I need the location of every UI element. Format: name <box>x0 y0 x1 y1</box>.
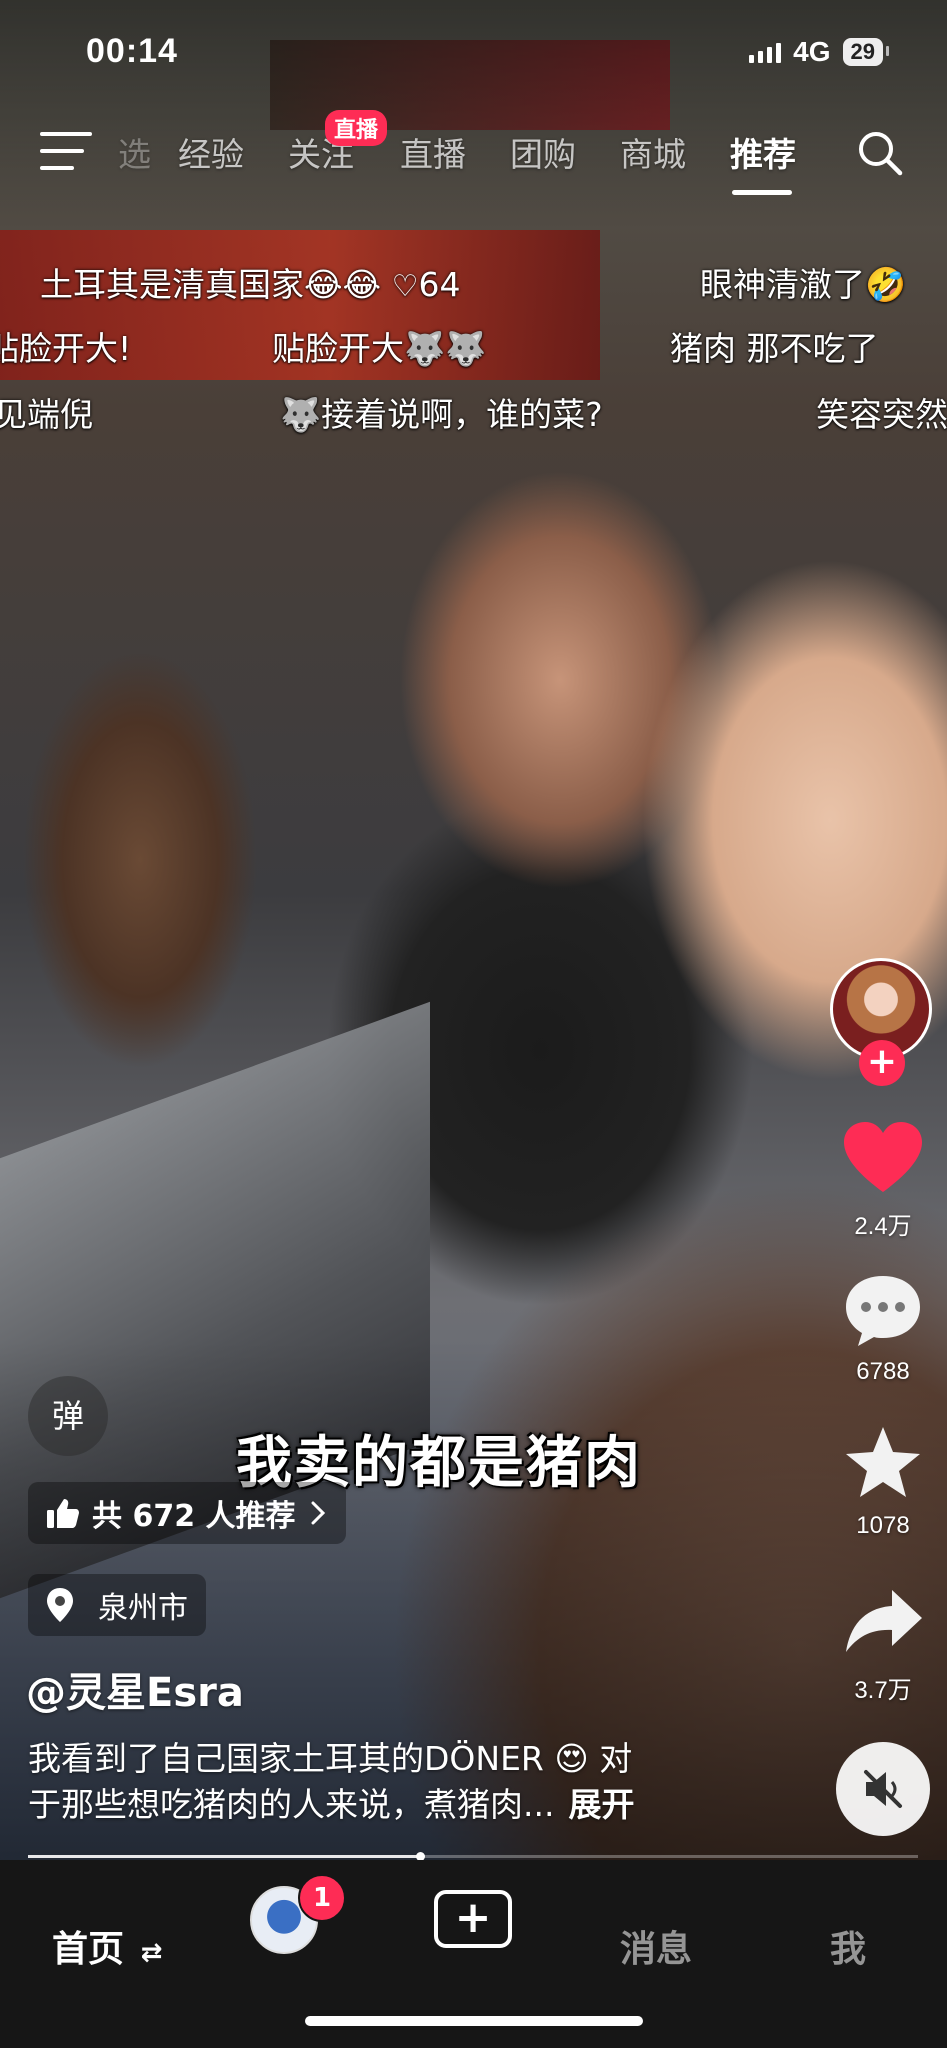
caption-line-text: 于那些想吃猪肉的人来说，煮猪肉... <box>28 1785 555 1824</box>
menu-icon[interactable] <box>40 132 92 172</box>
danmaku-item: 猪肉 那不吃了 <box>670 329 879 368</box>
comment-count: 6788 <box>856 1358 910 1385</box>
caption-line: 我看到了自己国家土耳其的DÖNER 😍 对 <box>28 1739 633 1778</box>
expand-button[interactable]: 展开 <box>568 1785 634 1824</box>
home-indicator <box>305 2016 643 2026</box>
signal-icon <box>749 41 782 63</box>
danmaku-item: 见端倪 <box>0 395 93 434</box>
heart-icon[interactable] <box>840 1120 926 1198</box>
muted-speaker-icon <box>864 1770 902 1808</box>
notification-badge: 1 <box>298 1874 346 1922</box>
tab-partial[interactable]: 选 <box>118 128 151 176</box>
comment-icon[interactable] <box>840 1272 926 1350</box>
recommend-pill[interactable]: 共 672 人推荐 <box>28 1482 346 1544</box>
location-pill[interactable]: 泉州市 <box>28 1574 206 1636</box>
plus-icon[interactable]: + <box>859 1040 905 1086</box>
active-tab-indicator <box>732 190 792 195</box>
nav-home-label: 首页 <box>52 1929 125 1970</box>
danmaku-item: 笑容突然 <box>816 395 947 434</box>
favorite-count: 1078 <box>856 1512 910 1539</box>
chevron-right-icon <box>311 1501 325 1525</box>
nav-messages[interactable]: 消息 <box>620 1920 692 1972</box>
nav-home[interactable]: 首页 ⇄ <box>52 1920 162 1972</box>
heart-icon: ♡ <box>391 269 419 304</box>
recommend-text: 共 672 人推荐 <box>92 1499 296 1534</box>
live-badge: 直播 <box>325 110 388 146</box>
thumbs-up-icon <box>47 1499 79 1528</box>
danmaku-item: 土耳其是清真国家😂😂 ♡64 <box>40 258 461 306</box>
tab-live[interactable]: 直播 <box>400 128 466 176</box>
tab-group-buy[interactable]: 团购 <box>510 128 576 176</box>
danmaku-toggle-button[interactable]: 弹 <box>28 1376 108 1456</box>
danmaku-item: 贴脸开大! <box>0 329 132 368</box>
tab-experience[interactable]: 经验 <box>178 128 244 176</box>
danmaku-item: 贴脸开大🐺🐺 <box>272 329 487 368</box>
create-button[interactable]: + <box>434 1890 512 1948</box>
danmaku-like-count: 64 <box>418 265 461 304</box>
search-icon[interactable] <box>855 128 905 178</box>
battery-icon: 29 <box>842 38 890 66</box>
danmaku-item: 🐺接着说啊，谁的菜? <box>280 395 603 434</box>
share-count: 3.7万 <box>854 1677 912 1704</box>
nav-me[interactable]: 我 <box>830 1920 866 1972</box>
video-caption[interactable]: 我看到了自己国家土耳其的DÖNER 😍 对 于那些想吃猪肉的人来说，煮猪肉...… <box>28 1736 748 1828</box>
caption-line: 于那些想吃猪肉的人来说，煮猪肉... 展开 <box>28 1782 748 1828</box>
video-progress-bar[interactable] <box>28 1852 918 1861</box>
star-icon[interactable] <box>840 1424 926 1500</box>
network-type: 4G <box>793 36 831 67</box>
location-text: 泉州市 <box>98 1591 188 1626</box>
progress-fill <box>28 1855 420 1858</box>
mute-button[interactable] <box>836 1742 930 1836</box>
swap-icon: ⇄ <box>140 1938 163 1968</box>
location-pin-icon <box>47 1588 73 1622</box>
danmaku-item: 眼神清澈了🤣 <box>700 265 907 304</box>
like-count: 2.4万 <box>854 1213 912 1240</box>
creator-username[interactable]: @灵星Esra <box>26 1660 244 1718</box>
tab-recommend[interactable]: 推荐 <box>730 128 796 176</box>
danmaku-text: 土耳其是清真国家😂😂 <box>40 265 382 304</box>
status-time: 00:14 <box>86 32 178 70</box>
share-icon[interactable] <box>840 1584 926 1658</box>
status-indicators: 4G 29 <box>749 36 890 68</box>
tab-mall[interactable]: 商城 <box>620 128 686 176</box>
